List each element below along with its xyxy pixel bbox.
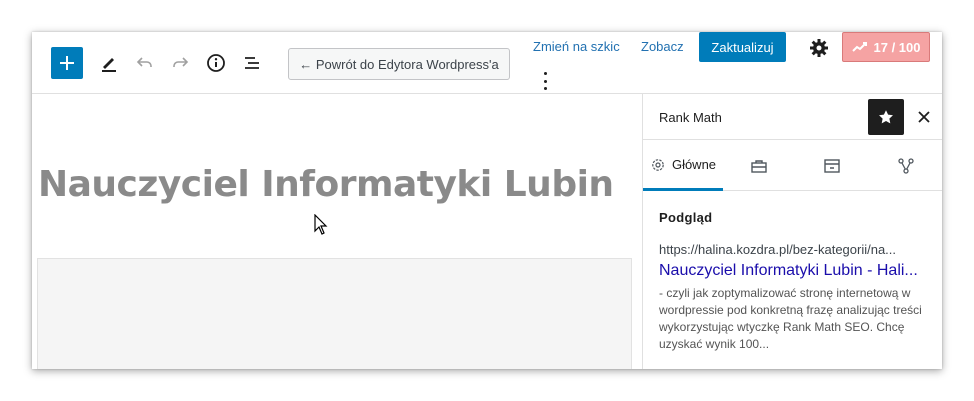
redo-icon <box>173 57 189 67</box>
seo-score: 17 / 100 <box>873 39 921 55</box>
gear-icon <box>810 39 828 57</box>
plus-icon <box>60 56 74 70</box>
list-view-icon <box>245 57 259 69</box>
view-post-link[interactable]: Zobacz <box>641 39 684 54</box>
serp-description: - czyli jak zoptymalizować stronę intern… <box>659 286 922 351</box>
tab-general-label: Główne <box>671 157 717 172</box>
sidebar-tabs: Główne <box>643 141 942 191</box>
preview-heading: Podgląd <box>659 210 713 225</box>
mouse-cursor-icon <box>314 214 328 235</box>
rank-math-icon <box>851 42 867 52</box>
tools-button[interactable] <box>93 47 125 79</box>
details-button[interactable] <box>200 47 232 79</box>
serp-title[interactable]: Nauczyciel Informatyki Lubin - Hali... <box>659 262 921 280</box>
back-to-wordpress-editor-button[interactable]: ← Powrót do Edytora Wordpress'a <box>288 48 510 80</box>
top-toolbar: ← Powrót do Edytora Wordpress'a Zmień na… <box>32 32 942 94</box>
tab-schema[interactable] <box>795 141 869 191</box>
tab-advanced[interactable] <box>723 141 795 191</box>
undo-button[interactable] <box>129 47 161 79</box>
post-title[interactable]: Nauczyciel Informatyki Lubin <box>38 164 614 205</box>
switch-to-draft-link[interactable]: Zmień na szkic <box>533 39 620 54</box>
editor-canvas: Nauczyciel Informatyki Lubin <box>32 94 642 369</box>
undo-icon <box>136 57 152 67</box>
editor-window: ← Powrót do Edytora Wordpress'a Zmień na… <box>32 32 942 369</box>
archive-icon <box>824 159 840 173</box>
close-sidebar-button[interactable] <box>911 104 937 130</box>
dot <box>543 79 547 83</box>
rank-math-sidebar: Rank Math Główne Podgląd https://halina.… <box>642 94 942 369</box>
dot <box>543 72 547 75</box>
close-icon <box>918 111 930 123</box>
add-block-button[interactable] <box>51 47 83 79</box>
list-view-button[interactable] <box>236 47 268 79</box>
redo-button[interactable] <box>164 47 196 79</box>
toolbox-icon <box>751 160 767 173</box>
rank-math-score-button[interactable]: 17 / 100 <box>842 32 930 62</box>
tab-social[interactable] <box>869 141 942 191</box>
content-block[interactable] <box>37 258 632 369</box>
sidebar-title: Rank Math <box>659 110 722 125</box>
tab-general[interactable]: Główne <box>643 141 723 191</box>
options-menu-button[interactable] <box>540 72 550 90</box>
star-icon <box>879 110 893 124</box>
gear-icon <box>652 158 664 171</box>
pin-sidebar-button[interactable] <box>868 99 904 135</box>
serp-url: https://halina.kozdra.pl/bez-kategorii/n… <box>659 242 897 257</box>
update-button[interactable]: Zaktualizuj <box>699 32 786 62</box>
info-icon <box>207 54 225 72</box>
settings-button[interactable] <box>806 35 832 61</box>
dot <box>543 87 547 90</box>
serp-preview: Podgląd https://halina.kozdra.pl/bez-kat… <box>659 210 929 353</box>
pencil-icon <box>102 58 116 72</box>
share-nodes-icon <box>898 158 914 174</box>
sidebar-header: Rank Math <box>643 94 942 140</box>
